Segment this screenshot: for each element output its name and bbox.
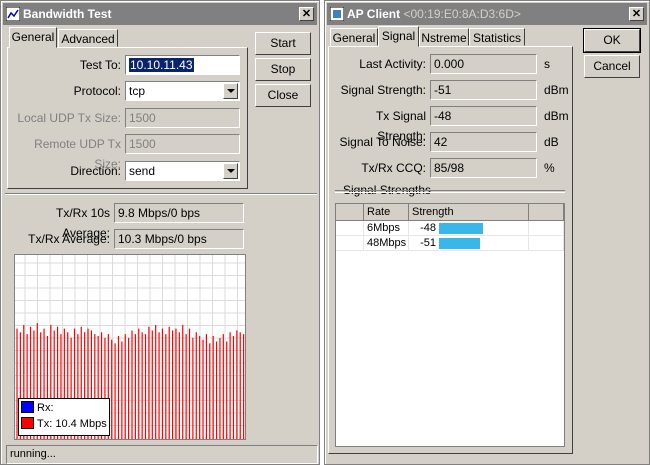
test-to-value: 10.10.11.43: [129, 58, 194, 72]
direction-select[interactable]: send: [125, 161, 240, 181]
ap-field-unit: dB: [544, 135, 559, 149]
row-extra-cell: [529, 236, 564, 250]
direction-dropdown-icon[interactable]: [223, 163, 238, 179]
ap-field-value: -48: [430, 106, 537, 126]
strength-cell: -48: [409, 221, 529, 235]
ap-client-title: AP Client: [347, 7, 401, 21]
cancel-button[interactable]: Cancel: [584, 55, 640, 78]
column-header-rate[interactable]: Rate: [364, 204, 409, 221]
bandwidth-test-title: Bandwidth Test: [23, 7, 112, 21]
remote-udp-tx-size-input: 1500: [125, 134, 240, 154]
legend-rx: Rx:: [21, 401, 54, 415]
tab-advanced[interactable]: Advanced: [58, 29, 118, 47]
rate-cell: 6Mbps: [364, 221, 409, 235]
protocol-select[interactable]: tcp: [125, 81, 240, 101]
legend-tx: Tx: 10.4 Mbps: [21, 417, 107, 431]
ap-field-value: -51: [430, 80, 537, 100]
rx-color-swatch: [21, 401, 34, 413]
column-header-blank[interactable]: [336, 204, 364, 221]
rate-cell: 48Mbps: [364, 236, 409, 250]
tab-general[interactable]: General: [9, 27, 57, 48]
ap-field-unit: %: [544, 161, 555, 175]
stop-button[interactable]: Stop: [255, 58, 311, 81]
row-extra-cell: [529, 221, 564, 235]
ap-field-unit: s: [544, 57, 550, 71]
ap-field-value: 0.000: [430, 54, 537, 74]
tab-general-label: General: [332, 31, 376, 45]
tab-advanced-label: Advanced: [61, 32, 115, 46]
ap-field-unit: dBm: [544, 109, 569, 123]
tab-general[interactable]: General: [330, 28, 378, 46]
strength-value: -51: [420, 237, 436, 249]
signal-strengths-separator: [335, 190, 565, 193]
graph-legend: Rx: Tx: 10.4 Mbps: [18, 398, 110, 436]
column-header-strength[interactable]: Strength: [409, 204, 529, 221]
bandwidth-test-titlebar[interactable]: Bandwidth Test ✕: [3, 3, 317, 25]
ap-field-value: 85/98: [430, 158, 537, 178]
ap-client-mac: <00:19:E0:8A:D3:6D>: [403, 7, 521, 21]
avg10-value: 9.8 Mbps/0 bps: [114, 203, 244, 223]
ap-field-unit: dBm: [544, 83, 569, 97]
direction-value: send: [129, 164, 156, 178]
strength-bar: [439, 238, 480, 249]
protocol-value: tcp: [129, 84, 146, 98]
tab-general-label: General: [11, 30, 55, 44]
test-to-input[interactable]: 10.10.11.43: [125, 55, 240, 75]
strength-cell: -51: [409, 236, 529, 250]
local-udp-tx-size-label: Local UDP Tx Size:: [17, 111, 121, 125]
separator: [5, 193, 317, 195]
tab-statistics-label: Statistics: [472, 31, 521, 45]
protocol-dropdown-icon[interactable]: [223, 83, 238, 99]
start-button[interactable]: Start: [255, 32, 311, 55]
ap-field-value: 42: [430, 132, 537, 152]
test-to-label: Test To:: [79, 58, 121, 72]
bandwidth-test-app-icon: [6, 7, 20, 21]
row-blank-cell: [336, 236, 364, 250]
table-row[interactable]: 6Mbps -48: [336, 221, 564, 236]
protocol-label: Protocol:: [73, 84, 121, 98]
table-row[interactable]: 48Mbps -51: [336, 236, 564, 251]
ap-client-app-icon: [330, 7, 344, 21]
tab-nstreme[interactable]: Nstreme: [419, 28, 469, 46]
ap-client-titlebar[interactable]: AP Client <00:19:E0:8A:D3:6D> ✕: [327, 3, 647, 25]
tab-signal-label: Signal: [381, 29, 416, 43]
ap-field-label: Signal To Noise:: [339, 135, 427, 149]
tx-color-swatch: [21, 417, 34, 429]
ok-button[interactable]: OK: [583, 28, 641, 53]
ap-field-label: Tx/Rx CCQ:: [361, 161, 426, 175]
local-udp-tx-size-input: 1500: [125, 108, 240, 128]
close-window-icon[interactable]: ✕: [299, 7, 314, 21]
ap-field-label: Last Activity:: [359, 57, 426, 71]
ap-field-label: Signal Strength:: [340, 83, 426, 97]
signal-strengths-table: Rate Strength 6Mbps -48 48Mbps -51: [335, 203, 565, 447]
local-udp-tx-size-value: 1500: [129, 111, 156, 125]
legend-rx-label: Rx:: [37, 402, 54, 414]
close-window-icon[interactable]: ✕: [629, 7, 644, 21]
legend-tx-label: Tx: 10.4 Mbps: [37, 418, 107, 430]
avg-value: 10.3 Mbps/0 bps: [114, 229, 244, 249]
close-button[interactable]: Close: [255, 84, 311, 107]
avg-label: Tx/Rx Average:: [28, 232, 110, 246]
direction-label: Direction:: [70, 164, 121, 178]
row-blank-cell: [336, 221, 364, 235]
column-header-extra[interactable]: [529, 204, 564, 221]
tab-nstreme-label: Nstreme: [421, 31, 467, 45]
strength-bar: [439, 223, 483, 234]
strength-value: -48: [420, 222, 436, 234]
status-bar: running...: [6, 445, 318, 464]
bandwidth-test-window: Bandwidth Test ✕ General Advanced Test T…: [0, 0, 320, 465]
tab-signal[interactable]: Signal: [378, 26, 419, 47]
remote-udp-tx-size-value: 1500: [129, 137, 156, 151]
tab-statistics[interactable]: Statistics: [469, 28, 525, 46]
